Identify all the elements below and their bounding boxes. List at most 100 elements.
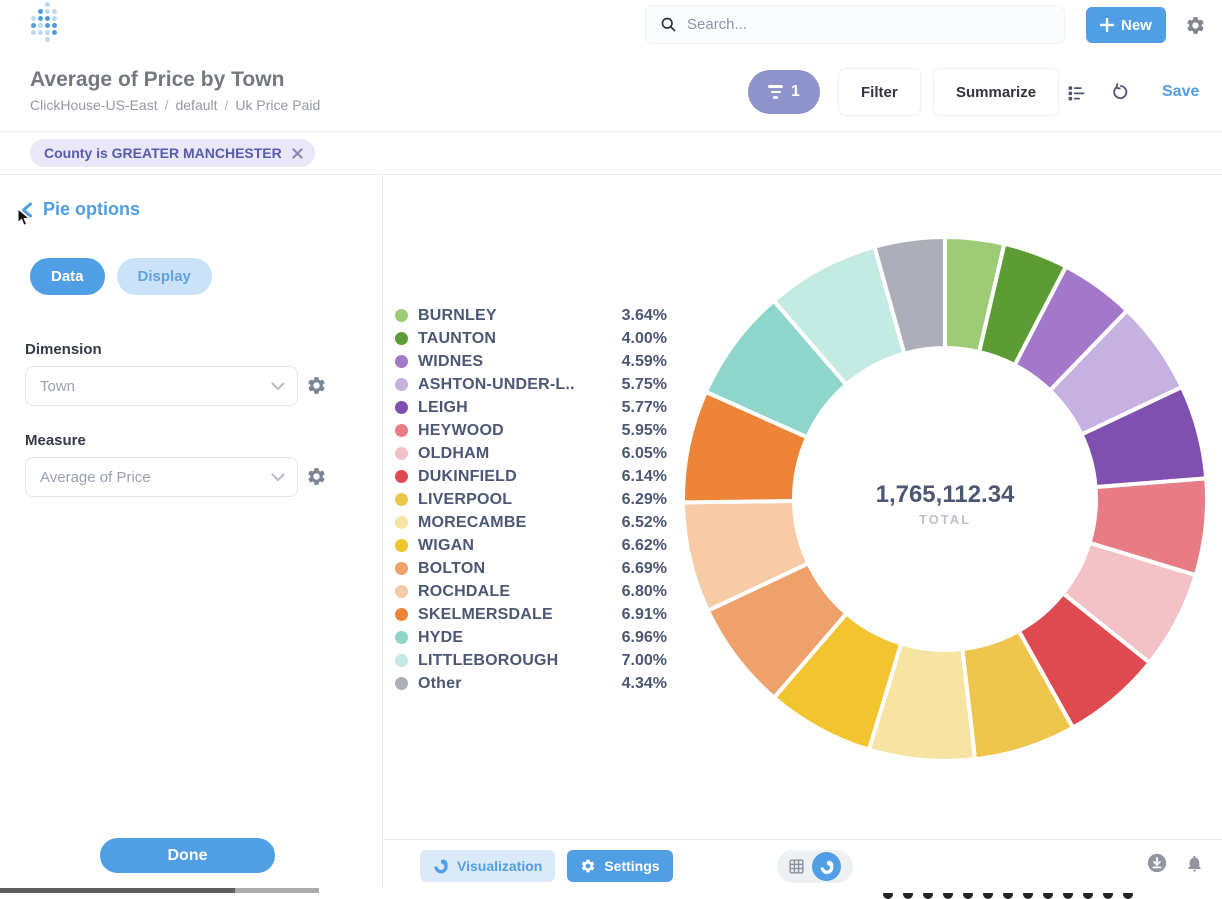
measure-settings-gear-icon[interactable]: [306, 466, 328, 488]
legend-value: 5.75%: [622, 376, 667, 394]
visualization-button[interactable]: Visualization: [420, 850, 555, 882]
refresh-icon[interactable]: [1110, 82, 1130, 105]
legend-item[interactable]: ROCHDALE6.80%: [395, 580, 667, 603]
summarize-button[interactable]: Summarize: [933, 68, 1059, 116]
pie-options-header[interactable]: Pie options: [20, 199, 140, 220]
legend-label: BOLTON: [418, 560, 614, 578]
legend-swatch: [395, 309, 408, 322]
bell-icon[interactable]: [1185, 854, 1204, 873]
pie-chart-icon: [433, 858, 449, 874]
legend-item[interactable]: BURNLEY 3.64%: [395, 304, 667, 327]
legend-value: 6.14%: [622, 468, 667, 486]
legend-item[interactable]: Other4.34%: [395, 672, 667, 695]
logo-dot: [38, 16, 43, 21]
breadcrumb-part[interactable]: Uk Price Paid: [235, 97, 320, 113]
logo-dot: [38, 23, 43, 28]
legend-item[interactable]: SKELMERSDALE6.91%: [395, 603, 667, 626]
pie-legend: BURNLEY3.64%TAUNTON4.00%WIDNES4.59%ASHTO…: [395, 304, 667, 695]
legend-item[interactable]: TAUNTON 4.00%: [395, 327, 667, 350]
legend-value: 5.95%: [622, 422, 667, 440]
filter-button[interactable]: Filter: [838, 68, 921, 116]
chart-view-icon[interactable]: [812, 852, 841, 881]
download-icon[interactable]: [1146, 852, 1168, 874]
legend-value: 6.29%: [622, 491, 667, 509]
plus-icon: [1100, 18, 1114, 32]
filter-count-pill[interactable]: 1: [748, 70, 820, 114]
legend-value: 5.77%: [622, 399, 667, 417]
legend-value: 6.62%: [622, 537, 667, 555]
legend-label: LITTLEBOROUGH: [418, 652, 614, 670]
dimension-select[interactable]: Town: [25, 366, 298, 406]
settings-button[interactable]: Settings: [567, 850, 672, 882]
visualization-panel: BURNLEY3.64%TAUNTON4.00%WIDNES4.59%ASHTO…: [383, 175, 1222, 893]
logo-dot: [45, 30, 50, 35]
save-button[interactable]: Save: [1162, 83, 1199, 101]
top-bar: Search... New: [0, 0, 1222, 56]
new-button[interactable]: New: [1086, 7, 1166, 43]
tab-data[interactable]: Data: [30, 258, 105, 295]
logo-dot: [38, 2, 43, 7]
legend-value: 3.64%: [622, 307, 667, 325]
legend-item[interactable]: BOLTON 6.69%: [395, 557, 667, 580]
filter-count: 1: [791, 83, 800, 101]
filter-chip[interactable]: County is GREATER MANCHESTER: [30, 139, 315, 167]
legend-swatch: [395, 401, 408, 414]
table-view-icon[interactable]: [787, 857, 806, 876]
page-title: Average of Price by Town: [30, 68, 284, 92]
legend-item[interactable]: MORECAMBE6.52%: [395, 511, 667, 534]
metabase-logo-icon[interactable]: [28, 8, 60, 42]
sidebar-title: Pie options: [43, 199, 140, 220]
legend-item[interactable]: HYDE6.96%: [395, 626, 667, 649]
legend-label: ASHTON-UNDER-L..: [418, 376, 614, 394]
legend-item[interactable]: DUKINFIELD 6.14%: [395, 465, 667, 488]
legend-label: TAUNTON: [418, 330, 614, 348]
search-icon: [660, 16, 677, 33]
legend-item[interactable]: WIGAN6.62%: [395, 534, 667, 557]
legend-item[interactable]: OLDHAM6.05%: [395, 442, 667, 465]
legend-label: LIVERPOOL: [418, 491, 614, 509]
chevron-down-icon: [271, 382, 285, 391]
legend-swatch: [395, 654, 408, 667]
legend-swatch: [395, 562, 408, 575]
logo-dot: [31, 37, 36, 42]
legend-item[interactable]: LEIGH5.77%: [395, 396, 667, 419]
search-placeholder: Search...: [687, 16, 747, 33]
logo-dot: [42, 44, 47, 49]
legend-value: 6.69%: [622, 560, 667, 578]
done-button[interactable]: Done: [100, 838, 275, 873]
dimension-value: Town: [40, 378, 75, 395]
admin-gear-icon[interactable]: [1185, 15, 1206, 39]
legend-item[interactable]: ASHTON-UNDER-L.. 5.75%: [395, 373, 667, 396]
logo-dot: [52, 37, 57, 42]
legend-swatch: [395, 332, 408, 345]
view-footer: Visualization Settings: [383, 839, 1222, 893]
legend-item[interactable]: LIVERPOOL 6.29%: [395, 488, 667, 511]
legend-item[interactable]: LITTLEBOROUGH 7.00%: [395, 649, 667, 672]
tab-display[interactable]: Display: [117, 258, 212, 295]
breadcrumb-part[interactable]: default: [175, 97, 217, 113]
legend-item[interactable]: HEYWOOD 5.95%: [395, 419, 667, 442]
legend-value: 4.59%: [622, 353, 667, 371]
legend-item[interactable]: WIDNES4.59%: [395, 350, 667, 373]
dimension-label: Dimension: [25, 341, 102, 358]
legend-label: HYDE: [418, 629, 614, 647]
breadcrumb-part[interactable]: ClickHouse-US-East: [30, 97, 158, 113]
logo-dot: [38, 9, 43, 14]
search-input[interactable]: Search...: [645, 5, 1065, 44]
measure-select[interactable]: Average of Price: [25, 457, 298, 497]
legend-label: DUKINFIELD: [418, 468, 614, 486]
remove-filter-icon[interactable]: [292, 148, 303, 159]
legend-label: HEYWOOD: [418, 422, 614, 440]
logo-dot: [38, 37, 43, 42]
editor-list-icon[interactable]: [1066, 82, 1087, 106]
measure-label: Measure: [25, 432, 86, 449]
logo-dot: [31, 2, 36, 7]
dimension-settings-gear-icon[interactable]: [306, 375, 328, 397]
legend-value: 4.00%: [622, 330, 667, 348]
legend-swatch: [395, 677, 408, 690]
legend-label: BURNLEY: [418, 307, 614, 325]
horizontal-scrollbar[interactable]: [0, 888, 383, 893]
scrollbar-thumb[interactable]: [0, 888, 235, 893]
legend-value: 7.00%: [622, 652, 667, 670]
legend-label: MORECAMBE: [418, 514, 614, 532]
